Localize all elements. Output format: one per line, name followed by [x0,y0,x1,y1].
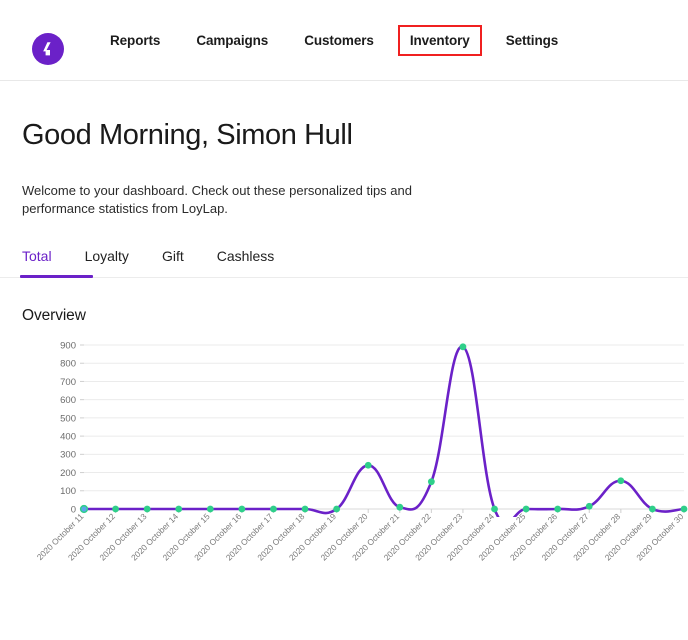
tab-list: Total Loyalty Gift Cashless [0,248,688,277]
data-point[interactable] [301,505,309,513]
nav-item-customers[interactable]: Customers [304,27,374,54]
page-title: Good Morning, Simon Hull [22,119,353,151]
y-axis-tick-label: 800 [60,359,76,370]
tab-bar: Total Loyalty Gift Cashless [0,248,688,279]
overview-heading: Overview [22,307,86,325]
nav-item-settings[interactable]: Settings [506,27,559,54]
tab-divider [0,277,688,279]
data-point[interactable] [112,505,119,513]
data-point[interactable] [206,505,214,513]
data-point[interactable] [427,478,435,486]
chart-series-line [82,345,686,518]
data-point[interactable] [238,505,246,513]
loylap-logo-icon[interactable] [32,33,64,65]
overview-line-chart[interactable]: 0 100 200 300 400 500 600 700 800 900 2020 Octobe… [0,337,688,607]
active-tab-indicator [20,275,93,279]
y-axis-tick-label: 900 [60,340,76,351]
tab-loyalty[interactable]: Loyalty [85,248,129,277]
y-axis-tick-label: 500 [60,413,76,424]
tab-cashless[interactable]: Cashless [217,248,275,277]
y-axis-tick-label: 600 [60,395,76,406]
chart-canvas: 0100200300400500600700800900 2020 Octobe… [35,340,688,563]
series-line [82,345,686,518]
nav-item-campaigns[interactable]: Campaigns [196,27,268,54]
dashboard-page: Reports Campaigns Customers Inventory Settin… [0,0,688,640]
data-point[interactable] [143,505,151,513]
tab-gift[interactable]: Gift [162,248,184,277]
data-point[interactable] [333,505,341,513]
data-point[interactable] [396,503,404,511]
data-point[interactable] [649,505,656,513]
data-point[interactable] [680,505,688,513]
chart-y-axis-labels: 0100200300400500600700800900 [60,340,76,515]
data-point[interactable] [554,505,562,513]
data-point[interactable] [491,505,498,513]
y-axis-tick-label: 200 [60,468,76,479]
data-point[interactable] [270,505,277,513]
y-axis-tick-label: 100 [60,486,76,497]
chart-gridlines [80,344,684,510]
data-point[interactable] [79,504,89,514]
data-point[interactable] [522,505,530,513]
tab-total[interactable]: Total [22,248,52,277]
nav-item-inventory[interactable]: Inventory [397,25,482,56]
data-point[interactable] [585,502,593,510]
y-axis-tick-label: 300 [60,450,76,461]
data-point[interactable] [364,461,372,469]
data-point[interactable] [459,343,467,351]
chart-x-axis-labels: 2020 October 112020 October 122020 Octob… [35,509,686,563]
y-axis-tick-label: 400 [60,432,76,443]
welcome-message: Welcome to your dashboard. Check out the… [22,183,412,216]
y-axis-tick-label: 700 [60,377,76,388]
top-navigation-bar: Reports Campaigns Customers Inventory Settin… [0,0,688,81]
data-point[interactable] [617,477,625,485]
data-point[interactable] [175,505,183,513]
main-nav: Reports Campaigns Customers Inventory Settin… [110,0,558,81]
nav-item-reports[interactable]: Reports [110,27,160,54]
hero-section: Good Morning, Simon Hull Welcome to your… [0,81,688,217]
